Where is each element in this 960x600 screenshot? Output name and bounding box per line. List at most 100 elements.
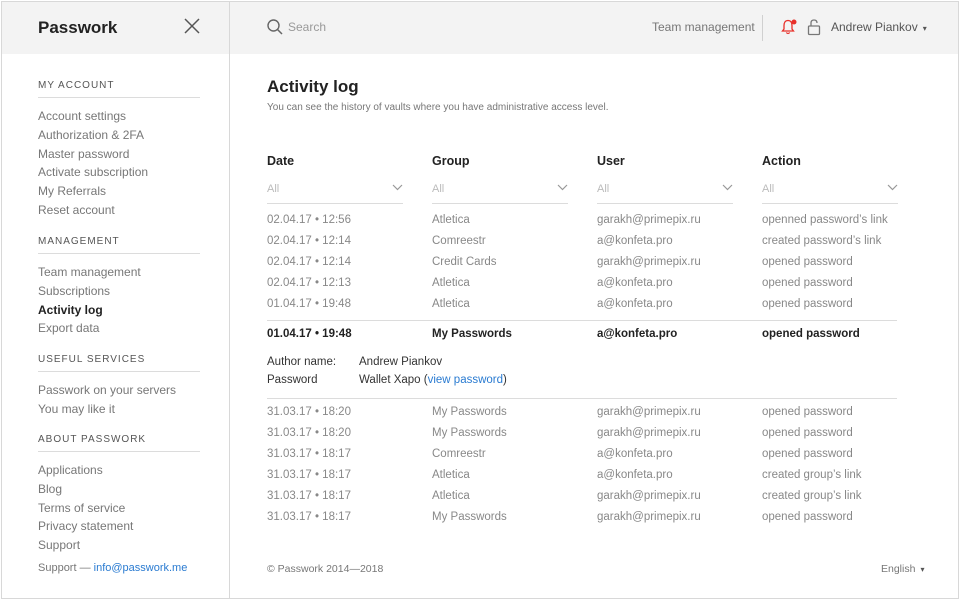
sidebar-item-master-password[interactable]: Master password (38, 145, 200, 164)
table-row[interactable]: 31.03.17 • 18:20 My Passwords garakh@prime… (267, 403, 897, 424)
nav-section-useful-services: USEFUL SERVICES Passwork on your servers Y… (38, 354, 200, 419)
cell-user: a@konfeta.pro (597, 328, 678, 340)
sidebar-item-you-may-like-it[interactable]: You may like it (38, 400, 200, 419)
cell-user: garakh@primepix.ru (597, 256, 701, 268)
close-icon[interactable] (182, 16, 202, 36)
nav-section-management: MANAGEMENT Team management Subscriptions Ac… (38, 236, 200, 338)
view-password-link[interactable]: view password (428, 374, 503, 386)
support-email-link[interactable]: info@passwork.me (94, 562, 188, 574)
table-row-expanded[interactable]: 01.04.17 • 19:48 My Passwords a@konfeta.pr… (267, 325, 897, 346)
sidebar-item-terms-of-service[interactable]: Terms of service (38, 499, 200, 518)
cell-group: My Passwords (432, 511, 507, 523)
cell-date: 31.03.17 • 18:17 (267, 448, 351, 460)
cell-group: Atletica (432, 490, 470, 502)
brand-logo[interactable]: Passwork (38, 18, 117, 38)
cell-action: opened password (762, 328, 860, 340)
team-management-link[interactable]: Team management (652, 20, 755, 34)
filter-action[interactable]: All (762, 176, 898, 204)
nav-heading: USEFUL SERVICES (38, 354, 200, 372)
table-row[interactable]: 02.04.17 • 12:14 Credit Cards garakh@prime… (267, 253, 897, 274)
sidebar-item-passwork-on-your-servers[interactable]: Passwork on your servers (38, 381, 200, 400)
column-header-user[interactable]: User (597, 154, 625, 168)
table-row[interactable]: 31.03.17 • 18:17 Atletica a@konfeta.pro cre… (267, 466, 897, 487)
lock-icon[interactable] (806, 18, 822, 36)
table-row[interactable]: 31.03.17 • 18:20 My Passwords garakh@prime… (267, 424, 897, 445)
cell-user: a@konfeta.pro (597, 448, 673, 460)
sidebar-item-privacy-statement[interactable]: Privacy statement (38, 517, 200, 536)
notification-bell-icon[interactable] (780, 18, 798, 36)
table-row[interactable]: 02.04.17 • 12:14 Comreestr a@konfeta.pro cr… (267, 232, 897, 253)
column-header-group[interactable]: Group (432, 154, 470, 168)
cell-group: My Passwords (432, 427, 507, 439)
sidebar-item-blog[interactable]: Blog (38, 480, 200, 499)
table-row[interactable]: 31.03.17 • 18:17 Comreestr a@konfeta.pro op… (267, 445, 897, 466)
sidebar-item-my-referrals[interactable]: My Referrals (38, 182, 200, 201)
filter-user[interactable]: All (597, 176, 733, 204)
user-name: Andrew Piankov (831, 20, 918, 34)
cell-date: 02.04.17 • 12:14 (267, 256, 351, 268)
password-detail: Password Wallet Xapo (view password) (267, 374, 667, 392)
cell-user: a@konfeta.pro (597, 235, 673, 247)
copyright: © Passwork 2014—2018 (267, 563, 384, 575)
chevron-down-icon (557, 184, 568, 191)
cell-date: 01.04.17 • 19:48 (267, 328, 352, 340)
filter-group[interactable]: All (432, 176, 568, 204)
cell-user: a@konfeta.pro (597, 298, 673, 310)
chevron-down-icon (392, 184, 403, 191)
app-window: Passwork MY ACCOUNT Account settings Autho… (1, 1, 959, 599)
language-selector[interactable]: English ▾ (881, 563, 924, 575)
page-subtitle: You can see the history of vaults where … (267, 102, 609, 113)
cell-group: Atletica (432, 469, 470, 481)
sidebar-item-team-management[interactable]: Team management (38, 263, 200, 282)
cell-action: created password’s link (762, 235, 882, 247)
sidebar-item-support[interactable]: Support (38, 536, 200, 555)
nav-section-about-passwork: ABOUT PASSWORK Applications Blog Terms of s… (38, 434, 200, 555)
author-value: Andrew Piankov (359, 356, 443, 368)
sidebar-item-activity-log[interactable]: Activity log (38, 301, 200, 320)
cell-group: Atletica (432, 214, 470, 226)
sidebar-item-applications[interactable]: Applications (38, 461, 200, 480)
table-row[interactable]: 02.04.17 • 12:13 Atletica a@konfeta.pro ope… (267, 274, 897, 295)
cell-user: garakh@primepix.ru (597, 427, 701, 439)
sidebar-header: Passwork (2, 2, 229, 54)
cell-group: My Passwords (432, 328, 512, 340)
search-input[interactable] (288, 16, 508, 38)
password-label: Password (267, 374, 318, 386)
password-value-wrap: Wallet Xapo (view password) (359, 374, 507, 386)
nav-section-my-account: MY ACCOUNT Account settings Authorization … (38, 80, 200, 220)
table-row[interactable]: 31.03.17 • 18:17 My Passwords garakh@prime… (267, 508, 897, 529)
sidebar-item-reset-account[interactable]: Reset account (38, 201, 200, 220)
sidebar-item-activate-subscription[interactable]: Activate subscription (38, 163, 200, 182)
row-divider (267, 398, 897, 399)
cell-group: Atletica (432, 298, 470, 310)
nav-heading: MANAGEMENT (38, 236, 200, 254)
column-header-date[interactable]: Date (267, 154, 294, 168)
cell-action: created group’s link (762, 469, 862, 481)
cell-user: a@konfeta.pro (597, 469, 673, 481)
chevron-down-icon: ▾ (922, 24, 927, 33)
cell-date: 31.03.17 • 18:17 (267, 490, 351, 502)
cell-date: 31.03.17 • 18:20 (267, 427, 351, 439)
table-row[interactable]: 31.03.17 • 18:17 Atletica garakh@primepix.… (267, 487, 897, 508)
sidebar-item-export-data[interactable]: Export data (38, 319, 200, 338)
cell-group: Atletica (432, 277, 470, 289)
cell-date: 02.04.17 • 12:13 (267, 277, 351, 289)
cell-group: Comreestr (432, 235, 486, 247)
sidebar-item-subscriptions[interactable]: Subscriptions (38, 282, 200, 301)
filter-value: All (432, 183, 445, 195)
cell-action: opened password (762, 427, 853, 439)
filter-date[interactable]: All (267, 176, 403, 204)
filter-value: All (597, 183, 610, 195)
cell-action: opened password (762, 448, 853, 460)
table-row[interactable]: 01.04.17 • 19:48 Atletica a@konfeta.pro ope… (267, 295, 897, 316)
table-row[interactable]: 02.04.17 • 12:56 Atletica garakh@primepix.… (267, 211, 897, 232)
sidebar-item-account-settings[interactable]: Account settings (38, 107, 200, 126)
cell-group: Credit Cards (432, 256, 497, 268)
cell-date: 31.03.17 • 18:17 (267, 511, 351, 523)
user-menu[interactable]: Andrew Piankov ▾ (831, 20, 927, 34)
column-header-action[interactable]: Action (762, 154, 801, 168)
sidebar-item-authorization-2fa[interactable]: Authorization & 2FA (38, 126, 200, 145)
cell-user: a@konfeta.pro (597, 277, 673, 289)
password-value: Wallet Xapo (359, 374, 421, 386)
cell-user: garakh@primepix.ru (597, 406, 701, 418)
